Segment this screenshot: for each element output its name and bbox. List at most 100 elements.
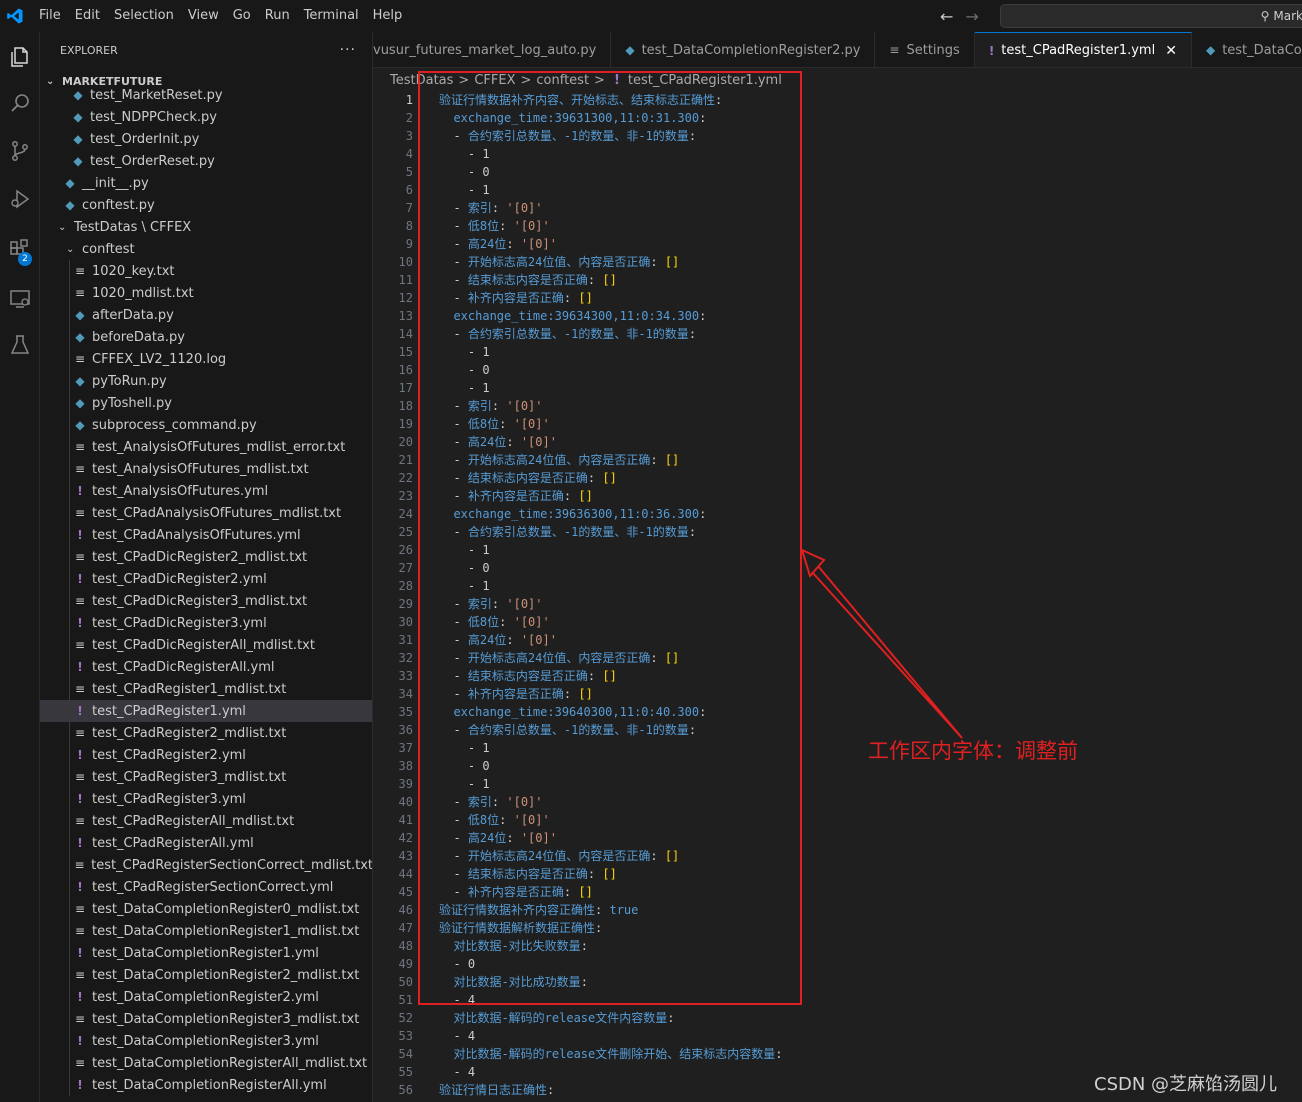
tree-item[interactable]: ◆ subprocess_command.py (40, 414, 372, 436)
code-text: - 1 (439, 775, 490, 793)
forward-arrow-icon[interactable]: → (965, 7, 978, 26)
tree-item[interactable]: ◆ beforeData.py (40, 326, 372, 348)
tree-item[interactable]: ! test_CPadDicRegisterAll.yml (40, 656, 372, 678)
testing-icon[interactable] (0, 322, 40, 368)
code-token: 高24位 (467, 831, 507, 845)
tree-item[interactable]: ≡ 1020_mdlist.txt (40, 282, 372, 304)
tree-item[interactable]: ! test_CPadRegisterAll.yml (40, 832, 372, 854)
tree-item[interactable]: ≡ test_DataCompletionRegister3_mdlist.txt (40, 1008, 372, 1030)
breadcrumb-item[interactable]: CFFEX (474, 73, 515, 88)
sidebar-header: EXPLORER ··· (40, 32, 372, 68)
menu-run[interactable]: Run (258, 0, 297, 32)
tree-item[interactable]: ≡ test_CPadDicRegister3_mdlist.txt (40, 590, 372, 612)
code-text: - 索引: '[0]' (439, 595, 542, 613)
source-control-icon[interactable] (0, 128, 40, 174)
tree-item[interactable]: ! test_DataCompletionRegister1.yml (40, 942, 372, 964)
close-tab-icon[interactable]: ✕ (1165, 43, 1177, 59)
tree-item[interactable]: ≡ test_CPadRegister1_mdlist.txt (40, 678, 372, 700)
menu-selection[interactable]: Selection (107, 0, 181, 32)
line-number: 13 (398, 309, 413, 323)
tree-item[interactable]: ! test_CPadRegister1.yml (40, 700, 372, 722)
command-center[interactable]: ⚲ Mark (1000, 4, 1302, 28)
code-text: 对比数据-解码的release文件内容数量: (439, 1009, 674, 1027)
code-line: 35 exchange_time:39640300,11:0:40.300: (373, 703, 1302, 721)
code-editor[interactable]: 1 验证行情数据补齐内容、开始标志、结束标志正确性: 2 exchange_time… (373, 91, 1302, 1102)
tree-item[interactable]: ◆ pyToshell.py (40, 392, 372, 414)
code-token: '[0]' (506, 201, 543, 215)
tree-item[interactable]: ≡ 1020_key.txt (40, 260, 372, 282)
tree-item-label: test_CPadRegister3.yml (92, 791, 246, 807)
tree-item[interactable]: ! test_AnalysisOfFutures.yml (40, 480, 372, 502)
code-token: 1 (482, 579, 490, 593)
tree-item[interactable]: ≡ test_DataCompletionRegister2_mdlist.txt (40, 964, 372, 986)
tab-active[interactable]: ! test_CPadRegister1.yml ✕ (974, 32, 1192, 67)
tree-item[interactable]: ≡ test_CPadDicRegister2_mdlist.txt (40, 546, 372, 568)
tree-item[interactable]: ⌄ TestDatas \ CFFEX (40, 216, 372, 238)
tree-item[interactable]: ≡ CFFEX_LV2_1120.log (40, 348, 372, 370)
tree-item[interactable]: ≡ test_CPadRegister3_mdlist.txt (40, 766, 372, 788)
breadcrumb-item[interactable]: TestDatas (390, 73, 453, 88)
tab-file[interactable]: ◆ test_DataCompletionRegister2.py (611, 32, 876, 67)
menu-help[interactable]: Help (366, 0, 410, 32)
tree-item[interactable]: ! test_CPadRegister3.yml (40, 788, 372, 810)
breadcrumb-item[interactable]: conftest (536, 73, 589, 88)
tree-item[interactable]: ◆ afterData.py (40, 304, 372, 326)
tree-item[interactable]: ◆ __init__.py (40, 172, 372, 194)
tree-item[interactable]: ◆ conftest.py (40, 194, 372, 216)
menu-terminal[interactable]: Terminal (297, 0, 366, 32)
indent-guide (69, 788, 70, 810)
tree-item[interactable]: ! test_CPadAnalysisOfFutures.yml (40, 524, 372, 546)
tree-item[interactable]: ≡ test_AnalysisOfFutures_mdlist_error.txt (40, 436, 372, 458)
tree-item[interactable]: ◆ test_OrderInit.py (40, 128, 372, 150)
search-icon[interactable] (0, 80, 40, 126)
tree-item[interactable]: ! test_CPadRegisterSectionCorrect.yml (40, 876, 372, 898)
tab-file[interactable]: ≡ Settings (875, 32, 975, 67)
tree-item[interactable]: ! test_CPadDicRegister3.yml (40, 612, 372, 634)
tree-item[interactable]: ≡ test_CPadAnalysisOfFutures_mdlist.txt (40, 502, 372, 524)
tree-item[interactable]: ◆ test_OrderReset.py (40, 150, 372, 172)
tree-item[interactable]: ◆ pyToRun.py (40, 370, 372, 392)
menu-view[interactable]: View (181, 0, 226, 32)
remote-explorer-icon[interactable] (0, 276, 40, 322)
tree-item[interactable]: ≡ test_DataCompletionRegister0_mdlist.txt (40, 898, 372, 920)
tab-label: test_DataCompletionRegister2.py (641, 42, 861, 58)
tree-item-label: test_OrderInit.py (90, 131, 200, 147)
tree-item[interactable]: ≡ test_CPadDicRegisterAll_mdlist.txt (40, 634, 372, 656)
tab-file[interactable]: vusur_futures_market_log_auto.py (373, 32, 612, 67)
tree-item[interactable]: ! test_DataCompletionRegister3.yml (40, 1030, 372, 1052)
code-token: : (699, 705, 707, 719)
indent-guide (69, 964, 70, 986)
tree-item[interactable]: ! test_CPadRegister2.yml (40, 744, 372, 766)
menu-edit[interactable]: Edit (68, 0, 107, 32)
tab-file[interactable]: ◆ test_DataCompletio (1191, 32, 1302, 67)
tree-item[interactable]: ≡ test_AnalysisOfFutures_mdlist.txt (40, 458, 372, 480)
python-file-icon: ◆ (73, 132, 83, 146)
extensions-icon[interactable]: 2 (0, 226, 40, 272)
indent-guide (69, 744, 70, 766)
tree-item[interactable]: ◆ test_NDPPCheck.py (40, 106, 372, 128)
tree-item[interactable]: ≡ test_CPadRegisterAll_mdlist.txt (40, 810, 372, 832)
tree-item[interactable]: ! test_CPadDicRegister2.yml (40, 568, 372, 590)
extensions-badge: 2 (18, 252, 32, 266)
tree-item[interactable]: ≡ test_CPadRegisterSectionCorrect_mdlist.… (40, 854, 372, 876)
menu-go[interactable]: Go (226, 0, 258, 32)
code-token: - (439, 561, 483, 575)
tree-item[interactable]: ≡ test_DataCompletionRegister1_mdlist.txt (40, 920, 372, 942)
tree-item[interactable]: ! test_DataCompletionRegisterAll.yml (40, 1074, 372, 1096)
code-token: : (563, 291, 579, 305)
tree-item-label: test_CPadRegister3_mdlist.txt (92, 769, 287, 785)
code-text: - 补齐内容是否正确: [] (439, 883, 592, 901)
line-number: 4 (405, 147, 413, 161)
more-actions-icon[interactable]: ··· (340, 42, 356, 58)
tree-item[interactable]: ◆ test_MarketReset.py (40, 84, 372, 106)
run-debug-icon[interactable] (0, 176, 40, 222)
breadcrumb-item[interactable]: test_CPadRegister1.yml (628, 73, 782, 88)
menu-file[interactable]: File (32, 0, 68, 32)
tree-item[interactable]: ! test_DataCompletionRegister2.yml (40, 986, 372, 1008)
tree-item[interactable]: ≡ test_DataCompletionRegisterAll_mdlist.t… (40, 1052, 372, 1074)
code-text: 验证行情日志正确性: (439, 1081, 554, 1099)
tree-item[interactable]: ⌄ conftest (40, 238, 372, 260)
back-arrow-icon[interactable]: ← (940, 7, 953, 26)
tree-item[interactable]: ≡ test_CPadRegister2_mdlist.txt (40, 722, 372, 744)
explorer-icon[interactable] (0, 34, 40, 80)
